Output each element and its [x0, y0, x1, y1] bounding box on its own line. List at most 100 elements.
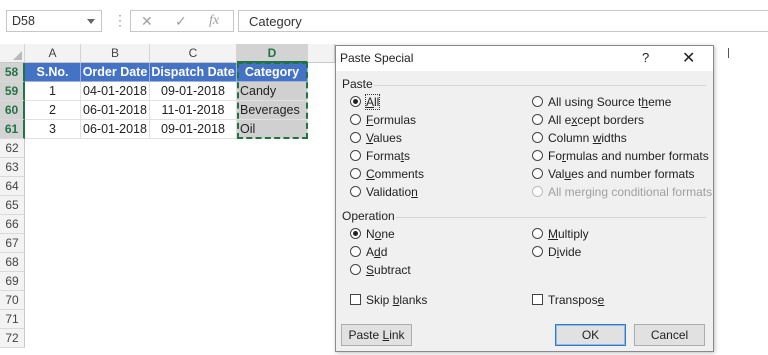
formula-buttons: ✕ ✓ fx	[130, 10, 234, 32]
column-header-b[interactable]: B	[81, 44, 150, 63]
radio-button[interactable]	[532, 114, 543, 125]
checkbox-label: Transpose	[548, 293, 605, 307]
radio-label: Subtract	[366, 263, 411, 277]
radio-button[interactable]	[350, 114, 361, 125]
row-header-66[interactable]: 66	[0, 215, 25, 234]
table-cell[interactable]: 09-01-2018	[150, 120, 237, 139]
column-header-a[interactable]: A	[25, 44, 81, 63]
row-header-61[interactable]: 61	[0, 120, 25, 139]
radio-label: All merging conditional formats	[548, 185, 713, 199]
chevron-down-icon[interactable]	[87, 19, 95, 24]
column-divider	[728, 48, 729, 58]
row-header-59[interactable]: 59	[0, 82, 25, 101]
table-header-cell[interactable]: Order Date	[81, 63, 150, 82]
row-header-68[interactable]: 68	[0, 253, 25, 272]
radio-button[interactable]	[350, 264, 361, 275]
row-header-69[interactable]: 69	[0, 272, 25, 291]
radio-button[interactable]	[350, 150, 361, 161]
help-icon[interactable]: ?	[642, 50, 649, 65]
paste-group-label: Paste	[342, 77, 373, 91]
radio-label: None	[366, 227, 395, 241]
group-divider	[374, 85, 706, 86]
dialog-title: Paste Special	[340, 51, 414, 65]
radio-button[interactable]	[532, 168, 543, 179]
cancel-button[interactable]: Cancel	[634, 324, 705, 346]
table-cell[interactable]: 06-01-2018	[81, 101, 150, 120]
checkbox[interactable]	[350, 294, 361, 305]
row-header-63[interactable]: 63	[0, 158, 25, 177]
radio-button[interactable]	[532, 150, 543, 161]
radio-label: All using Source theme	[548, 95, 672, 109]
table-header-cell[interactable]: Dispatch Date	[150, 63, 237, 82]
name-box-value: D58	[12, 14, 35, 28]
dialog-titlebar: Paste Special ? ✕	[336, 46, 713, 71]
select-all-corner[interactable]	[0, 44, 25, 63]
table-cell[interactable]: Beverages	[237, 101, 308, 120]
radio-button[interactable]	[350, 246, 361, 257]
row-header-70[interactable]: 70	[0, 291, 25, 310]
row-header-64[interactable]: 64	[0, 177, 25, 196]
table-cell[interactable]: 3	[25, 120, 81, 139]
radio-label: Validation	[366, 185, 418, 199]
operation-group-label: Operation	[342, 209, 395, 223]
radio-label: Column widths	[548, 131, 627, 145]
row-header-60[interactable]: 60	[0, 101, 25, 120]
row-header-62[interactable]: 62	[0, 139, 25, 158]
close-icon[interactable]: ✕	[682, 48, 695, 68]
radio-button[interactable]	[350, 186, 361, 197]
radio-button	[532, 186, 543, 197]
radio-label: Values and number formats	[548, 167, 695, 181]
table-header-cell[interactable]: S.No.	[25, 63, 81, 82]
radio-button[interactable]	[350, 228, 361, 239]
table-cell[interactable]: 11-01-2018	[150, 101, 237, 120]
checkbox[interactable]	[532, 294, 543, 305]
cancel-edit-icon[interactable]: ✕	[141, 13, 153, 30]
column-header-c[interactable]: C	[150, 44, 237, 63]
table-cell[interactable]: Candy	[237, 82, 308, 101]
radio-button[interactable]	[350, 132, 361, 143]
table-cell[interactable]: 06-01-2018	[81, 120, 150, 139]
table-cell[interactable]: 04-01-2018	[81, 82, 150, 101]
column-header-e[interactable]	[308, 44, 335, 63]
column-header-d[interactable]: D	[237, 44, 308, 63]
table-header-cell[interactable]: Category	[237, 63, 308, 82]
ok-button[interactable]: OK	[555, 324, 626, 346]
radio-label: Comments	[366, 167, 425, 181]
table-cell[interactable]: Oil	[237, 120, 308, 139]
row-header-65[interactable]: 65	[0, 196, 25, 215]
radio-label: Formulas	[366, 113, 417, 127]
radio-button[interactable]	[532, 228, 543, 239]
enter-edit-icon[interactable]: ✓	[175, 13, 187, 30]
formula-input[interactable]: Category	[238, 10, 768, 32]
radio-button[interactable]	[532, 246, 543, 257]
radio-label: Multiply	[548, 227, 589, 241]
radio-label: Formats	[366, 149, 411, 163]
checkbox-label: Skip blanks	[366, 293, 428, 307]
paste-link-button[interactable]: Paste Link	[341, 324, 412, 346]
row-header-72[interactable]: 72	[0, 329, 25, 348]
radio-label: Formulas and number formats	[548, 149, 709, 163]
select-all-icon	[13, 51, 22, 60]
formula-bar: D58 ⋮ ✕ ✓ fx Category	[0, 0, 768, 44]
row-header-67[interactable]: 67	[0, 234, 25, 253]
table-cell[interactable]: 1	[25, 82, 81, 101]
radio-button[interactable]	[350, 168, 361, 179]
radio-label: Divide	[548, 245, 582, 259]
table-cell[interactable]: 2	[25, 101, 81, 120]
group-divider	[396, 217, 706, 218]
radio-button[interactable]	[532, 132, 543, 143]
row-header-58[interactable]: 58	[0, 63, 25, 82]
radio-label: All	[364, 94, 381, 110]
radio-label: All except borders	[548, 113, 645, 127]
formula-value: Category	[249, 14, 302, 29]
table-cell[interactable]: 09-01-2018	[150, 82, 237, 101]
radio-label: Add	[366, 245, 388, 259]
name-box[interactable]: D58	[6, 10, 102, 32]
insert-function-icon[interactable]: fx	[209, 13, 219, 29]
radio-label: Values	[366, 131, 402, 145]
more-options-icon: ⋮	[113, 12, 127, 28]
radio-button[interactable]	[350, 96, 361, 107]
row-header-71[interactable]: 71	[0, 310, 25, 329]
radio-button[interactable]	[532, 96, 543, 107]
paste-special-dialog: Paste Special ? ✕ Paste All Formulas Val…	[335, 45, 714, 352]
